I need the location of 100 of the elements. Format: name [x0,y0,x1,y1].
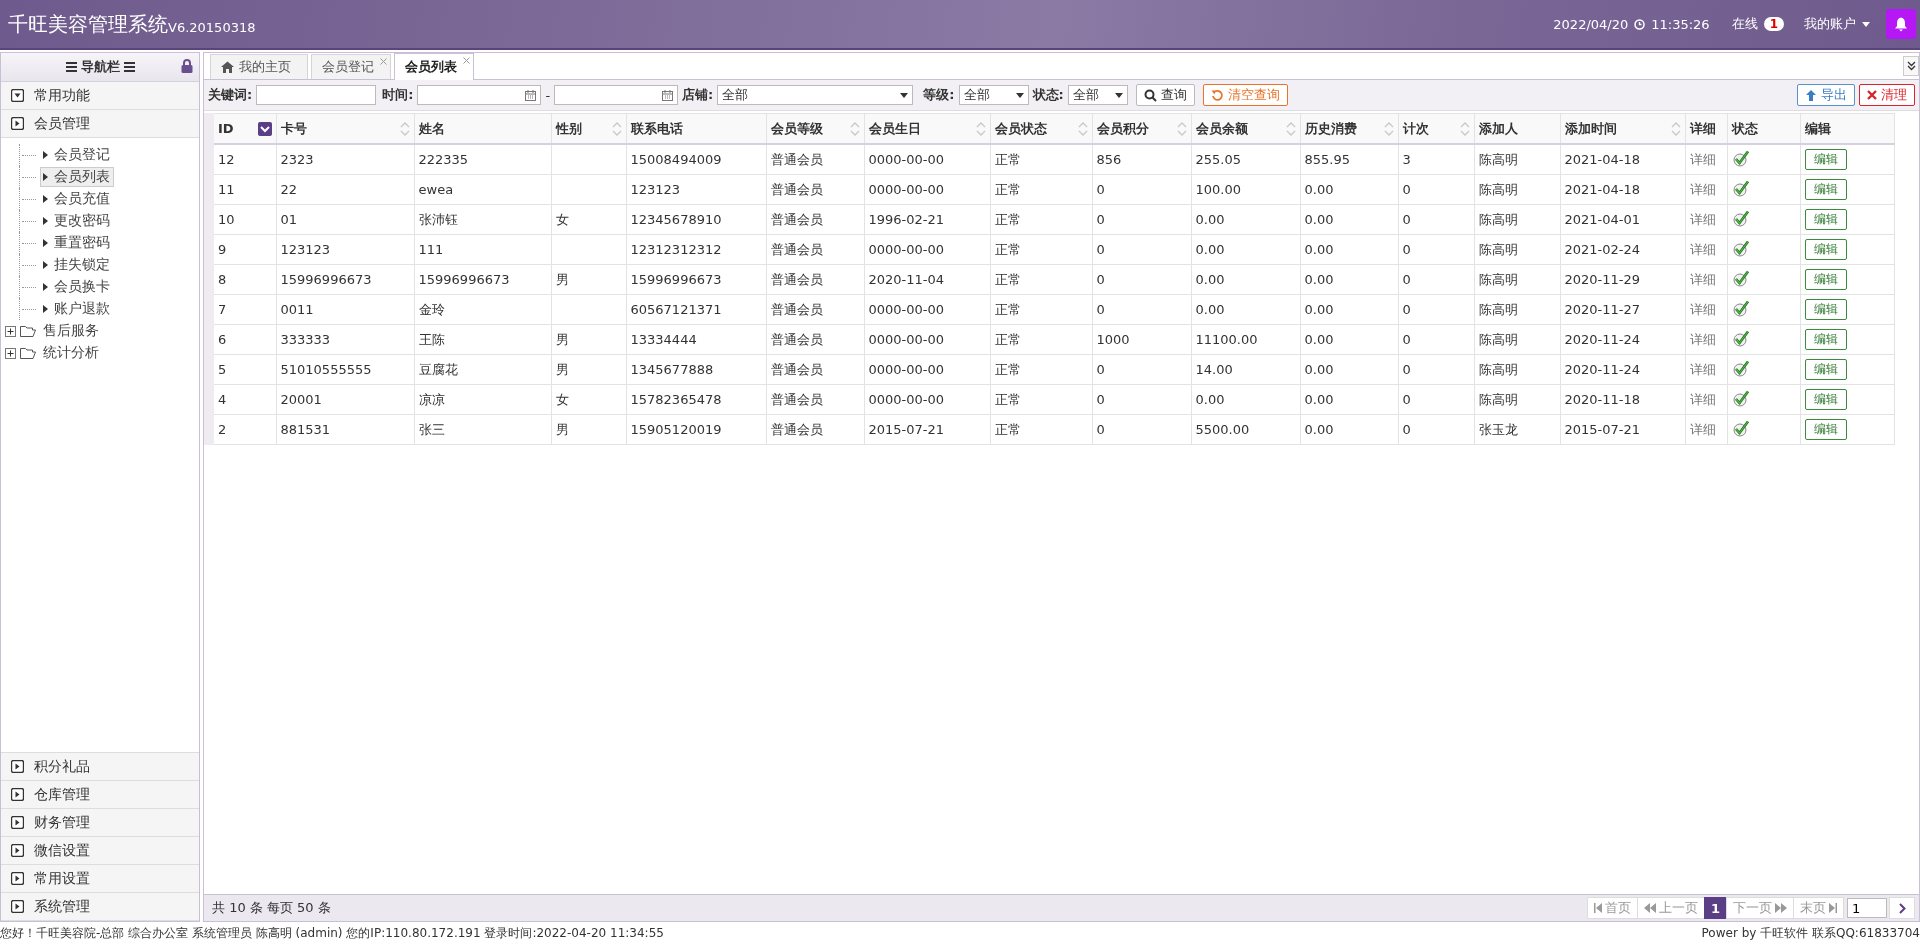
sidebar-section[interactable]: 微信设置 [1,837,199,865]
search-button[interactable]: 查询 [1135,84,1195,106]
caret-icon[interactable] [43,239,48,247]
column-header[interactable]: 会员余额 [1191,113,1300,144]
home-icon [221,61,234,73]
table-cell: 金玲 [414,294,551,325]
store-select[interactable]: 全部 [717,85,914,105]
tree-folder[interactable]: 统计分析 [40,343,103,363]
expand-icon[interactable] [11,816,24,829]
edit-button[interactable]: 编辑 [1804,359,1847,380]
tree-item[interactable]: 会员登记 [40,145,114,165]
sidebar-title: 导航栏 [80,58,120,76]
table-cell: 01 [276,204,414,235]
date-field[interactable] [417,85,542,105]
edit-button[interactable]: 编辑 [1804,419,1847,440]
sort-icon[interactable] [257,121,272,136]
edit-button[interactable]: 编辑 [1804,209,1847,230]
tree-item[interactable]: 会员列表 [40,167,114,187]
column-header[interactable]: 卡号 [276,113,414,144]
double-chevron-down-icon[interactable] [1906,61,1916,71]
edit-button[interactable]: 编辑 [1804,179,1847,200]
table-cell: 0.00 [1300,384,1398,415]
table-cell: 张三 [414,414,551,445]
tab[interactable]: 会员列表 [394,53,474,80]
edit-button[interactable]: 编辑 [1804,299,1847,320]
expand-icon[interactable] [11,760,24,773]
tree-item[interactable]: 更改密码 [40,211,114,231]
tree-item[interactable]: 挂失锁定 [40,255,114,275]
expand-icon[interactable] [11,872,24,885]
sidebar-section[interactable]: 会员管理 [1,110,199,138]
table-cell: 普通会员 [766,414,864,445]
close-icon[interactable] [380,58,387,65]
table-cell: 0011 [276,294,414,325]
caret-icon[interactable] [43,305,48,313]
table-cell: 0.00 [1300,264,1398,295]
expand-icon[interactable] [11,788,24,801]
caret-icon[interactable] [43,217,48,225]
status-select[interactable]: 全部 [1067,85,1128,105]
tab[interactable]: 我的主页 [210,54,308,79]
tree-item[interactable]: 会员充值 [40,189,114,209]
lock-icon[interactable] [181,59,193,73]
caret-icon[interactable] [1862,21,1870,27]
sidebar-section[interactable]: 常用功能 [1,82,199,110]
calendar-icon[interactable] [662,89,674,101]
table-cell: 陈高明 [1474,234,1560,265]
tab[interactable]: 会员登记 [311,54,391,79]
table-cell: 0 [1398,294,1474,325]
table-cell: 0 [1092,234,1191,265]
edit-button[interactable]: 编辑 [1804,149,1847,170]
column-header[interactable]: 会员状态 [990,113,1092,144]
table-cell: 14.00 [1191,354,1300,385]
notification-button[interactable] [1886,9,1916,39]
column-header[interactable]: 性别 [551,113,626,144]
column-header[interactable]: 会员积分 [1092,113,1191,144]
expand-icon[interactable] [11,844,24,857]
table-cell: 0000-00-00 [864,174,990,205]
sidebar-section[interactable]: 仓库管理 [1,781,199,809]
tree-item[interactable]: 会员换卡 [40,277,114,297]
edit-button[interactable]: 编辑 [1804,239,1847,260]
collapse-icon[interactable] [11,89,24,102]
table-cell: 0.00 [1191,384,1300,415]
calendar-icon[interactable] [525,89,537,101]
export-button[interactable]: 导出 [1797,84,1855,106]
column-header[interactable]: 添加时间 [1560,113,1685,144]
column-header[interactable]: 计次 [1398,113,1474,144]
close-icon[interactable] [463,57,470,64]
delete-button[interactable]: 清理 [1859,84,1915,106]
edit-button[interactable]: 编辑 [1804,269,1847,290]
edit-button[interactable]: 编辑 [1804,329,1847,350]
sidebar-section[interactable]: 积分礼品 [1,753,199,781]
table-cell: 0 [1092,384,1191,415]
caret-icon[interactable] [43,195,48,203]
sidebar-section[interactable]: 常用设置 [1,865,199,893]
table-cell: 15996996673 [626,264,766,295]
bell-icon[interactable] [1894,16,1908,32]
expand-icon[interactable] [11,117,24,130]
expand-icon[interactable] [5,347,16,359]
expand-icon[interactable] [11,900,24,913]
caret-icon[interactable] [43,151,48,159]
sidebar-section[interactable]: 财务管理 [1,809,199,837]
edit-button[interactable]: 编辑 [1804,389,1847,410]
column-header[interactable]: 会员等级 [766,113,864,144]
date-field[interactable] [554,85,679,105]
column-header[interactable]: 历史消费 [1300,113,1398,144]
caret-icon[interactable] [43,283,48,291]
level-select[interactable]: 全部 [958,85,1029,105]
sidebar-section[interactable]: 系统管理 [1,893,199,921]
table-cell: 陈高明 [1474,144,1560,175]
tree-item[interactable]: 重置密码 [40,233,114,253]
keyword-field[interactable] [256,85,377,105]
tab-menu-button[interactable] [1903,56,1919,76]
tree-folder[interactable]: 售后服务 [40,321,103,341]
expand-icon[interactable] [5,325,16,337]
table-cell: 0.00 [1300,414,1398,445]
tree-item[interactable]: 账户退款 [40,299,114,319]
caret-icon[interactable] [43,261,48,269]
account-menu[interactable]: 我的账户 [1804,15,1856,33]
column-header[interactable]: 会员生日 [864,113,990,144]
table-cell: 0.00 [1191,234,1300,265]
caret-icon[interactable] [43,173,48,181]
